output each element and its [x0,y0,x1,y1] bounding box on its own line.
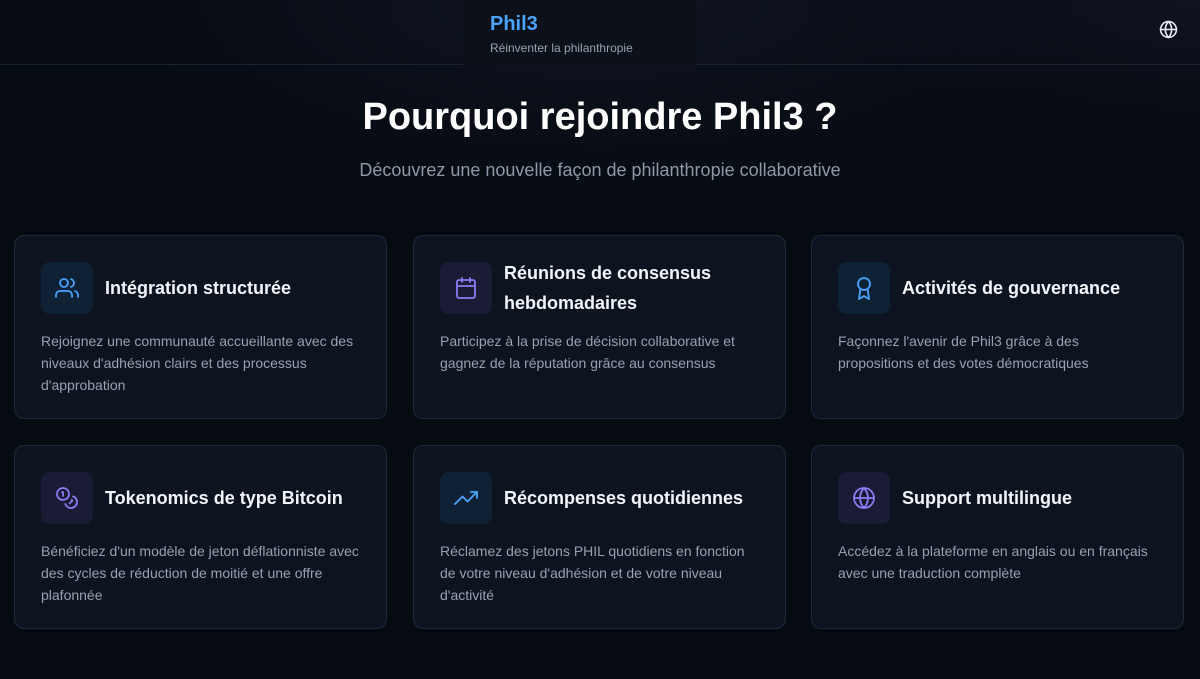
top-header: Phil3 Réinventer la philanthropie [0,0,1200,65]
feature-card-tokenomics: Tokenomics de type Bitcoin Bénéficiez d'… [14,445,387,629]
feature-card-governance: Activités de gouvernance Façonnez l'aven… [811,235,1184,419]
brand-name: Phil3 [490,13,538,35]
feature-title: Support multilingue [902,488,1072,508]
globe-icon [853,487,875,509]
feature-description: Réclamez des jetons PHIL quotidiens en f… [440,543,745,603]
feature-title: Récompenses quotidiennes [504,488,744,508]
feature-title: Intégration structurée [105,278,292,298]
trending-up-icon [454,491,478,505]
feature-description: Façonnez l'avenir de Phil3 grâce à des p… [838,333,1089,371]
feature-description: Participez à la prise de décision collab… [440,333,735,371]
feature-icon-box [440,472,492,524]
feature-description: Accédez à la plateforme en anglais ou en… [838,543,1148,581]
coins-icon [56,487,78,509]
feature-card-multilingual: Support multilingue Accédez à la platefo… [811,445,1184,629]
feature-description: Rejoignez une communauté accueillante av… [41,333,354,393]
feature-icon-box [440,262,492,314]
feature-title: Tokenomics de type Bitcoin [105,488,343,508]
calendar-icon [456,277,476,299]
feature-icon-box [838,472,890,524]
feature-card-consensus: Réunions de consensus hebdomadaires Part… [413,235,786,419]
feature-title: Activités de gouvernance [902,278,1121,298]
feature-card-onboarding: Intégration structurée Rejoignez une com… [14,235,387,419]
feature-icon-box [838,262,890,314]
page-title: Pourquoi rejoindre Phil3 ? [362,96,838,138]
users-icon [55,278,79,298]
language-button[interactable] [1158,19,1179,40]
feature-icon-box [41,262,93,314]
feature-title: Réunions de consensus hebdomadaires [504,263,712,313]
brand-tagline: Réinventer la philanthropie [490,41,633,55]
page-subtitle: Découvrez une nouvelle façon de philanth… [359,160,841,180]
award-icon [857,277,871,300]
brand[interactable]: Phil3 Réinventer la philanthropie [463,0,696,65]
globe-icon [1159,20,1178,39]
feature-card-rewards: Récompenses quotidiennes Réclamez des je… [413,445,786,629]
feature-description: Bénéficiez d'un modèle de jeton déflatio… [41,543,359,603]
feature-icon-box [41,472,93,524]
